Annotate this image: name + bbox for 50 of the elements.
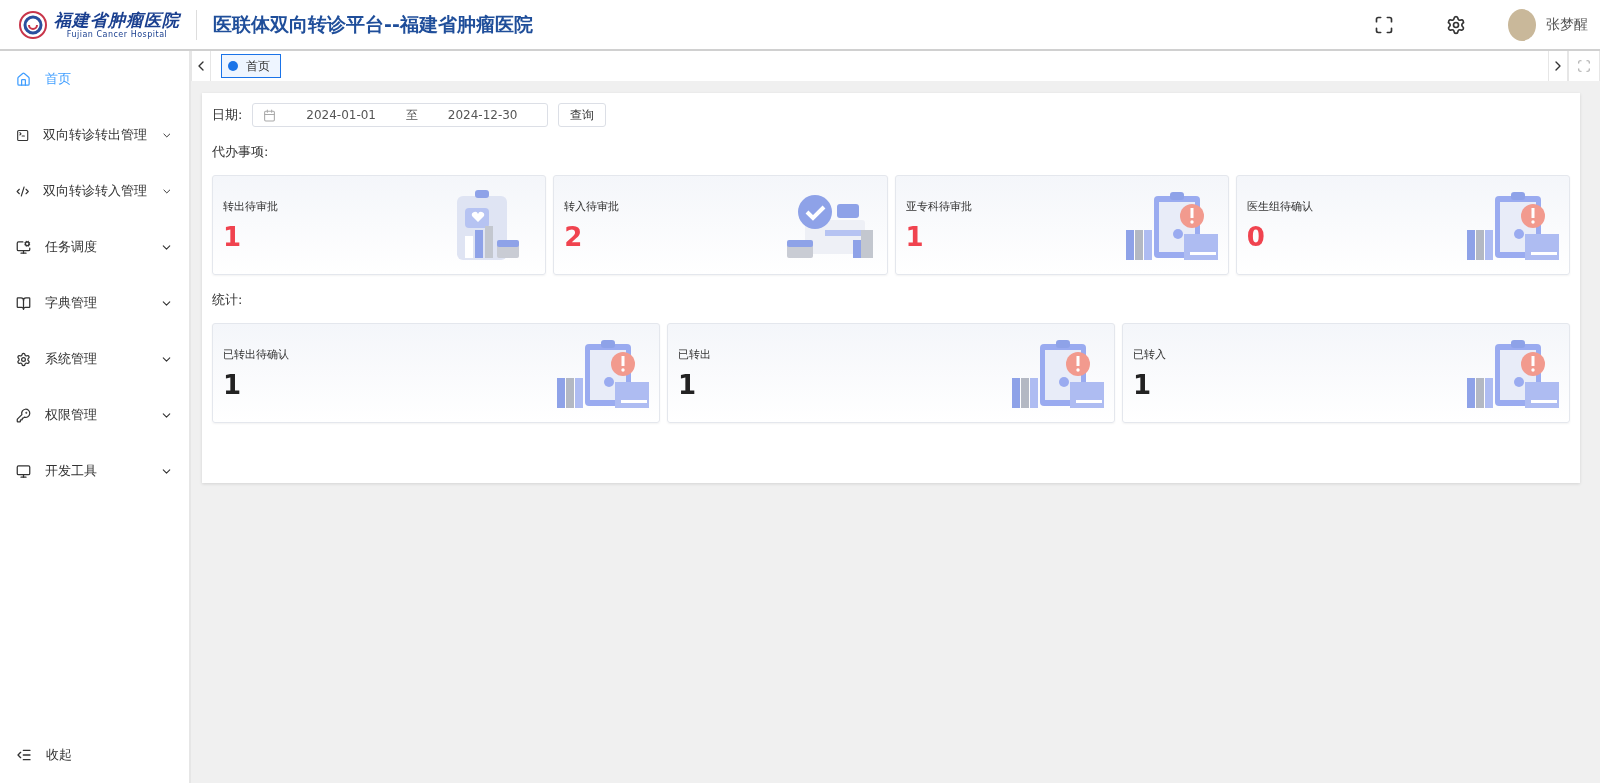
collapse-button[interactable]: 收起 (0, 727, 189, 783)
page-title: 医联体双向转诊平台--福建省肿瘤医院 (213, 11, 534, 37)
hospital-logo-icon (18, 9, 48, 40)
card-value: 1 (678, 369, 698, 400)
settings-icon[interactable] (1446, 14, 1466, 35)
frame-icon (1577, 59, 1591, 73)
collapse-icon (16, 747, 32, 763)
card-label: 医生组待确认 (1246, 198, 1314, 214)
scroll-left-button[interactable] (191, 51, 211, 81)
logo-name: 福建省肿瘤医院 (54, 9, 180, 30)
active-dot-icon (228, 61, 238, 71)
sidebar-item[interactable]: 权限管理 (0, 387, 189, 443)
menu-icon (16, 295, 31, 311)
fullscreen-tab-button[interactable] (1568, 51, 1600, 81)
menu-icon (16, 127, 30, 143)
date-range-field[interactable]: 2024-01-01 至 2024-12-30 (252, 103, 549, 127)
card-value: 1 (223, 221, 243, 252)
fullscreen-icon[interactable] (1374, 14, 1394, 35)
card-label: 已转出待确认 (223, 346, 290, 362)
section-title: 统计: (212, 291, 244, 309)
scroll-right-button[interactable] (1548, 51, 1568, 81)
card-label: 亚专科待审批 (905, 198, 973, 214)
card-value: 1 (223, 369, 243, 400)
card-value: 1 (1133, 369, 1153, 400)
sidebar-item[interactable]: 任务调度 (0, 219, 189, 275)
menu-icon (16, 407, 31, 423)
menu-icon (16, 239, 31, 255)
card-label: 转出待审批 (223, 198, 279, 214)
card-label: 已转入 (1133, 346, 1167, 362)
card-label: 已转出 (678, 346, 712, 362)
page-tab[interactable]: 首页 (221, 54, 281, 78)
menu-icon (16, 71, 31, 87)
calendar-icon (263, 108, 277, 122)
card-label: 转入待审批 (564, 198, 621, 214)
sidebar-item[interactable]: 双向转诊转入管理 (0, 163, 189, 219)
card-value: 0 (1246, 221, 1266, 252)
sidebar-item[interactable]: 系统管理 (0, 331, 189, 387)
user-name[interactable]: 张梦醒 (1546, 15, 1588, 34)
menu-icon (16, 463, 31, 479)
sidebar-item[interactable]: 字典管理 (0, 275, 189, 331)
query-button[interactable]: 查询 (558, 103, 607, 127)
sidebar-item[interactable]: 双向转诊转出管理 (0, 107, 189, 163)
card-value: 2 (564, 221, 584, 252)
date-label: 日期: (212, 106, 243, 124)
logo-subtitle: Fujian Cancer Hospital (66, 29, 168, 40)
avatar[interactable] (1508, 8, 1536, 41)
card-value: 1 (905, 221, 925, 252)
sidebar-item[interactable]: 开发工具 (0, 443, 189, 499)
menu-icon (16, 351, 31, 367)
section-title: 代办事项: (212, 143, 270, 161)
